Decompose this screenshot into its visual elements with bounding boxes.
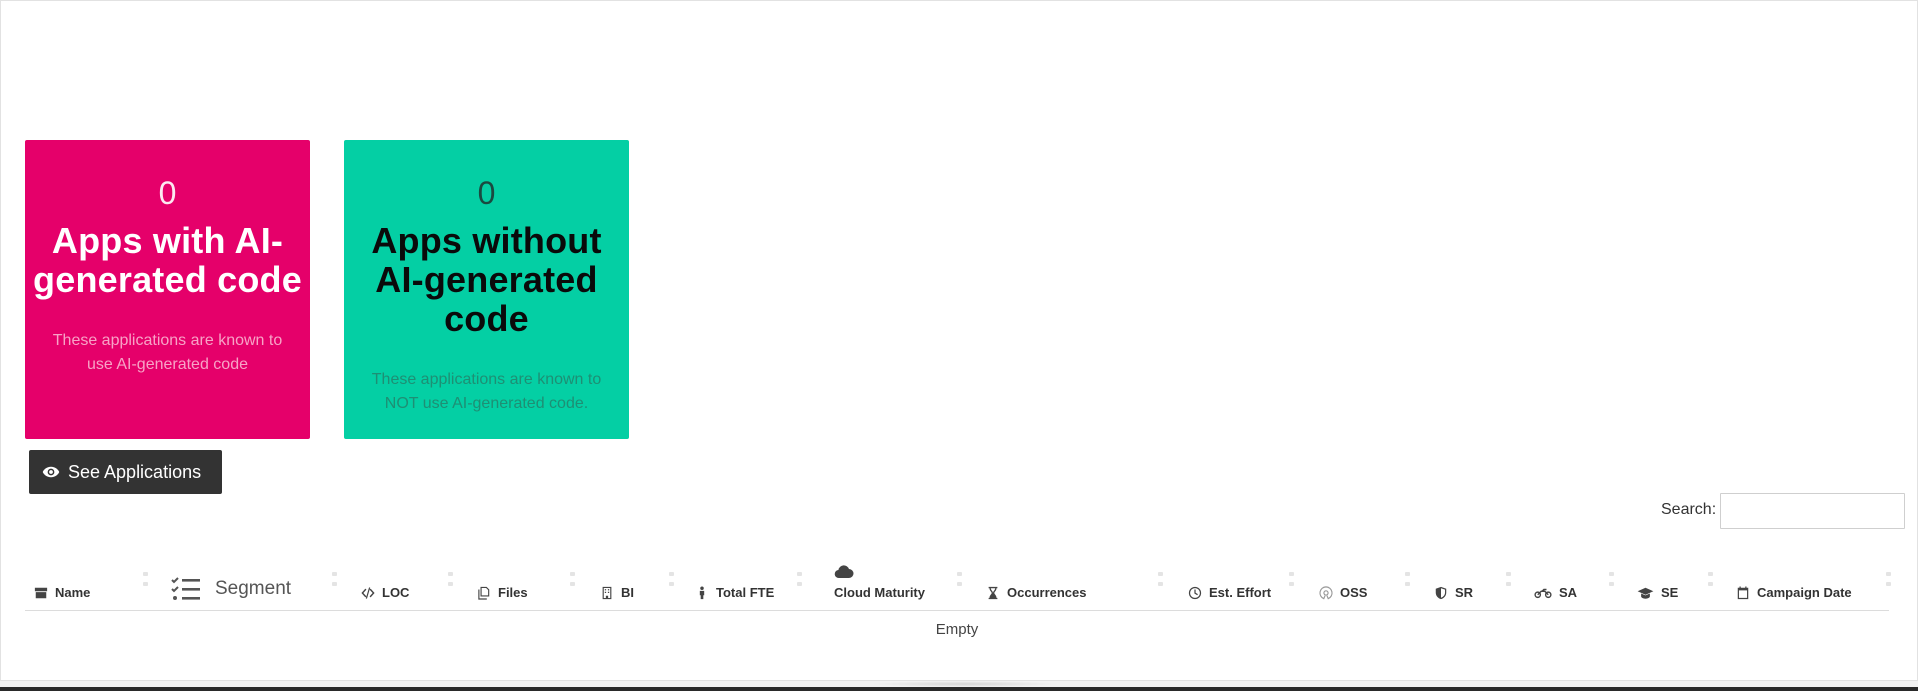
column-loc[interactable]: LOC [361, 585, 409, 600]
person-icon [699, 585, 705, 599]
column-total-fte[interactable]: Total FTE [695, 585, 774, 600]
eye-icon [42, 466, 60, 478]
sort-icon[interactable] [332, 572, 338, 586]
non-ai-apps-count: 0 [477, 175, 496, 211]
hourglass-icon [988, 586, 998, 599]
column-sr[interactable]: SR [1434, 585, 1473, 600]
column-name-label: Name [55, 585, 91, 600]
sort-icon[interactable] [957, 572, 963, 586]
cloud-icon [834, 565, 854, 579]
sort-icon[interactable] [1405, 572, 1411, 586]
building-icon [602, 586, 612, 599]
search-input[interactable] [1720, 493, 1905, 529]
column-se[interactable]: SE [1637, 585, 1678, 600]
sort-icon[interactable] [1886, 572, 1892, 586]
column-cloud-maturity[interactable]: Cloud Maturity [834, 565, 925, 600]
graduation-cap-icon [1637, 587, 1654, 599]
column-oss[interactable]: OSS [1319, 585, 1367, 600]
shield-icon [1435, 586, 1447, 599]
column-se-label: SE [1661, 585, 1679, 600]
table-header: Name Segment LOC Files BI Total FTE Clou… [25, 551, 1892, 611]
ai-apps-title: Apps with AI-generated code [33, 220, 302, 300]
search-label: Search: [1661, 501, 1717, 518]
column-sr-label: SR [1455, 585, 1474, 600]
ai-apps-description: These applications are known to use AI-g… [52, 332, 283, 373]
column-sa-label: SA [1559, 585, 1578, 600]
column-total-fte-label: Total FTE [716, 585, 775, 600]
sort-icon[interactable] [1158, 572, 1164, 586]
column-files-label: Files [498, 585, 528, 600]
column-est-effort[interactable]: Est. Effort [1188, 585, 1271, 600]
column-campaign-date-label: Campaign Date [1757, 585, 1852, 600]
ai-apps-card[interactable]: 0 Apps with AI-generated code These appl… [25, 140, 310, 439]
ai-apps-count: 0 [158, 175, 177, 211]
non-ai-apps-title: Apps without AI-generated code [371, 220, 602, 339]
archive-icon [34, 587, 48, 598]
non-ai-apps-card[interactable]: 0 Apps without AI-generated code These a… [344, 140, 629, 439]
sort-icon[interactable] [1609, 572, 1615, 586]
column-occurrences[interactable]: Occurrences [986, 585, 1087, 600]
column-est-effort-label: Est. Effort [1209, 585, 1272, 600]
sort-icon[interactable] [1708, 572, 1714, 586]
column-occurrences-label: Occurrences [1007, 585, 1087, 600]
column-cloud-maturity-label: Cloud Maturity [834, 585, 925, 600]
bottom-divider [0, 687, 1918, 691]
see-applications-button[interactable]: See Applications [29, 450, 222, 494]
column-loc-label: LOC [382, 585, 410, 600]
see-applications-label: See Applications [68, 461, 202, 482]
checklist-icon [171, 577, 200, 600]
column-campaign-date[interactable]: Campaign Date [1736, 585, 1852, 600]
column-segment-label: Segment [215, 578, 292, 599]
sort-icon[interactable] [1506, 572, 1512, 586]
non-ai-apps-description: These applications are known to NOT use … [371, 371, 602, 412]
sort-icon[interactable] [1289, 572, 1295, 586]
sort-icon[interactable] [143, 572, 149, 586]
sort-icon[interactable] [669, 572, 675, 586]
column-files[interactable]: Files [477, 585, 528, 600]
column-segment[interactable]: Segment [171, 576, 291, 602]
column-name[interactable]: Name [34, 585, 90, 600]
code-icon [361, 586, 375, 599]
sort-icon[interactable] [570, 572, 576, 586]
column-oss-label: OSS [1340, 585, 1368, 600]
sort-icon[interactable] [797, 572, 803, 586]
window-bottom-edge [0, 681, 1918, 691]
files-icon [478, 586, 490, 600]
motorcycle-icon [1534, 588, 1552, 598]
column-sa[interactable]: SA [1534, 585, 1577, 600]
dashboard-panel: 0 Apps with AI-generated code These appl… [0, 0, 1918, 681]
column-bi[interactable]: BI [600, 585, 634, 600]
table-empty-message: Empty [935, 621, 979, 638]
sort-icon[interactable] [448, 572, 454, 586]
clock-icon [1188, 586, 1202, 599]
calendar-icon [1737, 585, 1749, 599]
column-bi-label: BI [621, 585, 634, 600]
oss-icon [1319, 585, 1333, 599]
